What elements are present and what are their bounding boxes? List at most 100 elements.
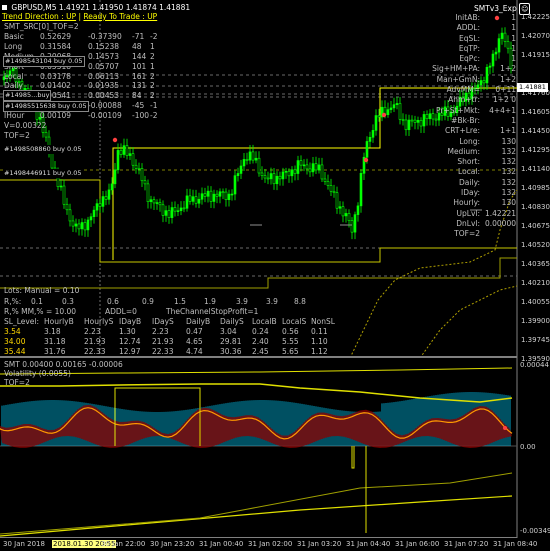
candle-body bbox=[128, 153, 132, 156]
candle-body bbox=[44, 132, 48, 138]
time-tick: 31 Jan 04:40 bbox=[346, 540, 391, 548]
risk-cell: 0.9 bbox=[142, 297, 154, 306]
chevron-down-icon[interactable] bbox=[2, 5, 7, 10]
sl-cell: 0.11 bbox=[311, 327, 328, 336]
candle-body bbox=[113, 169, 117, 185]
candle-body bbox=[368, 136, 372, 142]
order-label[interactable]: #1498508860 buy 0.05 bbox=[3, 145, 83, 154]
candle-body bbox=[137, 168, 141, 170]
candle-body bbox=[386, 109, 390, 115]
sl-cell: 30.36 bbox=[220, 347, 242, 356]
stats-cell: -45 bbox=[132, 101, 145, 111]
right-panel-label: Ahm+tr: bbox=[448, 95, 480, 105]
candle-body bbox=[401, 118, 405, 121]
signal-dot bbox=[503, 426, 507, 430]
stats-cell: 144 bbox=[132, 51, 147, 61]
right-panel-row: EqSL: 1 bbox=[432, 34, 518, 44]
sl-cell: 12.97 bbox=[119, 347, 141, 356]
candle-body bbox=[365, 141, 369, 158]
stats-cell: 2 bbox=[150, 91, 155, 101]
candle-body bbox=[95, 203, 99, 211]
candle-body bbox=[173, 207, 177, 212]
indicator-pane[interactable] bbox=[0, 358, 550, 538]
stats-cell: 1 bbox=[150, 61, 155, 71]
sl-cell: NonSL bbox=[311, 317, 335, 326]
stats-cell: 2 bbox=[150, 81, 155, 91]
candle-body bbox=[200, 193, 204, 200]
order-label[interactable]: #1498446911 buy 0.05 bbox=[3, 169, 83, 178]
right-panel-label: InitAB: bbox=[455, 13, 480, 22]
candle-body bbox=[266, 177, 270, 180]
candle-body bbox=[359, 173, 363, 207]
symbol-line: GBPUSD,M5 1.41921 1.41950 1.41874 1.4188… bbox=[11, 3, 191, 12]
candle-body bbox=[428, 113, 432, 120]
right-panel-value: 0+11 bbox=[495, 85, 516, 95]
sl-cell: 29.81 bbox=[220, 337, 242, 346]
v-line: V=0.00322 bbox=[4, 121, 47, 130]
candle-body bbox=[389, 107, 393, 110]
candle-body bbox=[305, 164, 309, 170]
right-panel-value: 1+2 bbox=[500, 64, 516, 74]
stats-cell: -2 bbox=[150, 32, 158, 41]
price-axis[interactable]: 1.42225 1.42070 1.41915 1.41760 1.41605 1.414… bbox=[519, 0, 550, 363]
candle-body bbox=[269, 173, 273, 180]
candle-body bbox=[356, 205, 360, 215]
signal-dot bbox=[112, 137, 118, 143]
candle-body bbox=[92, 209, 96, 217]
right-panel-label: ADDL: bbox=[456, 23, 480, 33]
candle-body bbox=[74, 223, 78, 227]
candle-body bbox=[263, 175, 267, 179]
sl-cell: 0.24 bbox=[252, 327, 269, 336]
time-tick: 31 Jan 02:00 bbox=[248, 540, 293, 548]
candle-body bbox=[287, 170, 291, 177]
candle-body bbox=[146, 183, 150, 202]
right-panel-label: Short: bbox=[457, 157, 480, 167]
stats-cell: -2 bbox=[150, 111, 158, 121]
stats-cell: 48 bbox=[132, 41, 142, 51]
candle-body bbox=[272, 173, 276, 185]
risk-cell: R,%: bbox=[4, 297, 22, 306]
sl-cell: IDayB bbox=[119, 317, 142, 326]
candle-body bbox=[341, 206, 345, 217]
candle-body bbox=[281, 171, 285, 180]
price-tick: 1.40985 bbox=[521, 184, 550, 192]
candle-body bbox=[167, 210, 171, 218]
ea-name-text: SMTv3_Exp bbox=[474, 4, 517, 13]
right-panel-row: Man+GmN: 1+2 bbox=[432, 75, 518, 85]
sl-cell: 31.18 bbox=[44, 337, 66, 346]
time-tick: 30 Jan 22:00 bbox=[101, 540, 146, 548]
candle-body bbox=[323, 178, 327, 182]
stop-profit: TheChannelStopProfit=1 bbox=[166, 307, 259, 316]
time-tick: 31 Jan 00:40 bbox=[199, 540, 244, 548]
time-tick: 31 Jan 07:20 bbox=[444, 540, 489, 548]
candle-body bbox=[326, 181, 330, 186]
candle-body bbox=[50, 153, 54, 169]
time-tick: 31 Jan 08:40 bbox=[493, 540, 538, 548]
sl-cell: 3.54 bbox=[4, 327, 21, 336]
candle-body bbox=[407, 119, 411, 131]
signal-dot bbox=[381, 112, 387, 118]
sl-cell: 2.45 bbox=[252, 347, 269, 356]
smt-line: SMT_SRC[0]_TOF=2 bbox=[4, 22, 79, 31]
order-label[interactable]: #14985515638 buy 0.05 bbox=[3, 101, 89, 112]
candle-body bbox=[194, 196, 198, 204]
right-panel-row: Medium: 132 bbox=[432, 147, 518, 157]
candle-body bbox=[101, 196, 105, 207]
candle-body bbox=[260, 172, 264, 176]
candle-body bbox=[290, 169, 294, 177]
sl-cell: HourlyB bbox=[44, 317, 74, 326]
stats-cell: 161 bbox=[132, 71, 147, 81]
addl: ADDL=0 bbox=[105, 307, 137, 316]
sl-cell: 2.40 bbox=[252, 337, 269, 346]
right-panel-value: 132 bbox=[501, 167, 516, 177]
stats-cell: 0.52629 bbox=[40, 32, 72, 41]
time-axis[interactable]: 30 Jan 2018 2018.01.30 20:55 30 Jan 22:00 3… bbox=[0, 537, 537, 551]
time-tick: 30 Jan 2018 bbox=[3, 540, 45, 548]
long-term-line-2 bbox=[0, 472, 513, 535]
stats-cell: 0.00453 bbox=[88, 91, 120, 101]
order-label[interactable]: #1498543104 buy 0.05 bbox=[3, 56, 85, 67]
indicator-axis-top: 0.00044 bbox=[520, 361, 549, 369]
candle-body bbox=[317, 164, 321, 171]
right-panel-label: Daily: bbox=[459, 177, 480, 187]
order-label[interactable]: #14985...buy bbox=[3, 90, 52, 101]
